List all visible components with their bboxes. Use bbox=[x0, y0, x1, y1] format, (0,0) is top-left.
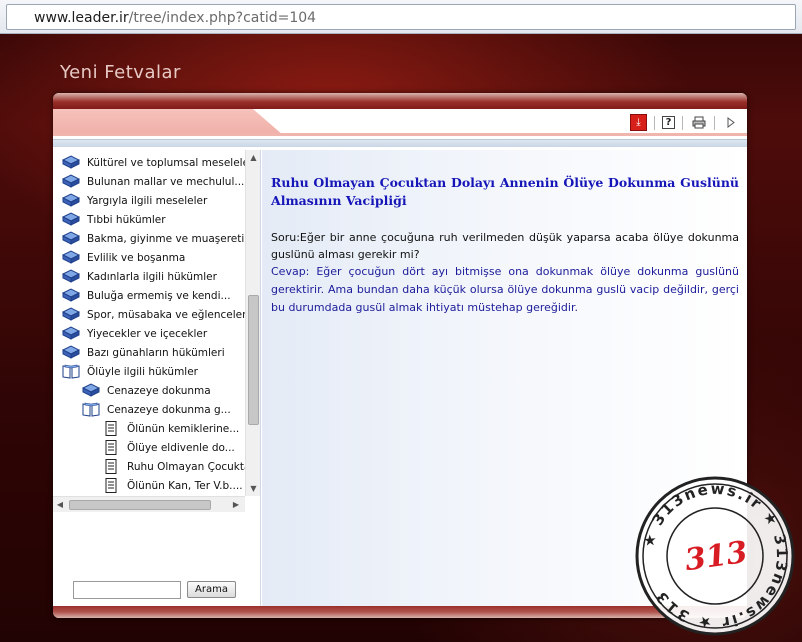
tree-item[interactable]: Ölünün Kan, Ter V.b.... bbox=[102, 476, 243, 495]
tree-item-label: Ölüyle ilgili hükümler bbox=[87, 365, 198, 378]
toolbar-tab-decoration bbox=[53, 109, 283, 135]
tree-item-label: Yiyecekler ve içecekler bbox=[87, 327, 208, 340]
tree-item-label: Ölünün Kan, Ter V.b.... bbox=[127, 479, 243, 492]
tree-item[interactable]: Cenazeye dokunma g... bbox=[82, 400, 231, 419]
closed-book-icon bbox=[61, 231, 81, 246]
site-title: Yeni Fetvalar bbox=[60, 62, 181, 83]
closed-book-icon bbox=[61, 212, 81, 227]
tree-item[interactable]: Cenazeye dokunma bbox=[81, 381, 211, 400]
toolbar-separator bbox=[654, 115, 655, 130]
tree-item[interactable]: Ölüye eldivenle do... bbox=[102, 438, 235, 457]
tree-item-label: Spor, müsabaka ve eğlenceler bbox=[87, 308, 245, 321]
document-icon bbox=[102, 421, 120, 436]
closed-book-icon bbox=[61, 174, 81, 189]
tree-item[interactable]: Evlilik ve boşanma bbox=[61, 248, 186, 267]
closed-book-icon bbox=[61, 193, 81, 208]
download-icon[interactable]: ⤓ bbox=[630, 114, 647, 131]
tree-item-label: Kadınlarla ilgili hükümler bbox=[87, 270, 217, 283]
tree-item-label: Cenazeye dokunma g... bbox=[107, 403, 231, 416]
scroll-left-arrow-icon[interactable]: ◀ bbox=[53, 497, 67, 513]
toolbar-icons: ⤓ ? bbox=[630, 114, 739, 131]
document-icon bbox=[102, 478, 120, 493]
watermark-seal: ★ 313news.ir ★ 313news.ir ★ 313 313 bbox=[635, 476, 795, 636]
help-icon[interactable]: ? bbox=[662, 116, 675, 129]
tree-item[interactable]: Yiyecekler ve içecekler bbox=[61, 324, 208, 343]
tree-item-label: Ölüye eldivenle do... bbox=[127, 441, 235, 454]
category-tree: Kültürel ve toplumsal meseleler Bulunan m… bbox=[53, 150, 245, 496]
tree-item-label: Kültürel ve toplumsal meseleler bbox=[87, 156, 245, 169]
toolbar-divider bbox=[53, 133, 747, 136]
open-book-icon bbox=[82, 402, 100, 417]
tree-item-label: Evlilik ve boşanma bbox=[87, 251, 186, 264]
tree-item[interactable]: Buluğa ermemiş ve kendi... bbox=[61, 286, 231, 305]
article-title: Ruhu Olmayan Çocuktan Dolayı Annenin Ölü… bbox=[271, 175, 739, 208]
tree-item[interactable]: Ruhu Olmayan Çocuktan bbox=[102, 457, 245, 476]
closed-book-icon bbox=[61, 250, 81, 265]
toolbar: ⤓ ? bbox=[53, 109, 747, 136]
vertical-scroll-thumb[interactable] bbox=[248, 295, 259, 425]
closed-book-icon bbox=[61, 345, 81, 360]
document-icon bbox=[102, 459, 120, 474]
tree-item-label: Bazı günahların hükümleri bbox=[87, 346, 225, 359]
tree-item[interactable]: Kültürel ve toplumsal meseleler bbox=[61, 153, 245, 172]
closed-book-icon bbox=[61, 326, 81, 341]
toolbar-separator bbox=[714, 115, 715, 130]
search-button[interactable]: Arama bbox=[187, 581, 236, 598]
tree-item[interactable]: Ölüyle ilgili hükümler bbox=[62, 362, 198, 381]
tree-item-label: Bulunan mallar ve mechulul... bbox=[87, 175, 245, 188]
toolbar-sub-bar bbox=[53, 139, 747, 147]
search-input[interactable] bbox=[73, 581, 181, 599]
tree-item-label: Cenazeye dokunma bbox=[107, 384, 211, 397]
url-path: /tree/index.php?catid=104 bbox=[128, 10, 317, 26]
tree-item[interactable]: Kadınlarla ilgili hükümler bbox=[61, 267, 217, 286]
tree-item-label: Tıbbi hükümler bbox=[87, 213, 166, 226]
open-book-icon bbox=[62, 364, 80, 379]
tree-horizontal-scrollbar[interactable]: ◀ ▶ bbox=[53, 496, 245, 512]
closed-book-icon bbox=[61, 155, 81, 170]
tree-item[interactable]: Bakma, giyinme ve muaşeretin... bbox=[61, 229, 245, 248]
tree-item[interactable]: Tıbbi hükümler bbox=[61, 210, 166, 229]
tree-item-label: Buluğa ermemiş ve kendi... bbox=[87, 289, 231, 302]
scroll-up-arrow-icon[interactable]: ▲ bbox=[246, 150, 261, 165]
tree-item[interactable]: Spor, müsabaka ve eğlenceler bbox=[61, 305, 245, 324]
tree-vertical-scrollbar[interactable]: ▲ ▼ bbox=[245, 150, 260, 496]
closed-book-icon bbox=[61, 269, 81, 284]
url-host: www.leader.ir bbox=[34, 10, 129, 26]
tree-item[interactable]: Ölünün kemiklerine... bbox=[102, 419, 239, 438]
scroll-down-arrow-icon[interactable]: ▼ bbox=[246, 481, 261, 496]
scroll-right-arrow-icon[interactable]: ▶ bbox=[229, 497, 243, 513]
tree-panel: Kültürel ve toplumsal meseleler Bulunan m… bbox=[53, 150, 261, 606]
next-arrow-icon[interactable] bbox=[722, 114, 739, 131]
closed-book-icon bbox=[81, 383, 101, 398]
tree-item-label: Bakma, giyinme ve muaşeretin... bbox=[87, 232, 245, 245]
url-text: www.leader.ir/tree/index.php?catid=104 bbox=[34, 10, 316, 26]
article-answer: Cevap: Eğer çocuğun dört ayı bitmişse on… bbox=[271, 265, 739, 314]
closed-book-icon bbox=[61, 288, 81, 303]
tree-item[interactable]: Yargıyla ilgili meseleler bbox=[61, 191, 208, 210]
tree-item-label: Ruhu Olmayan Çocuktan bbox=[127, 460, 245, 473]
window-top-border bbox=[53, 93, 747, 109]
tree-item[interactable]: Bulunan mallar ve mechulul... bbox=[61, 172, 245, 191]
closed-book-icon bbox=[61, 307, 81, 322]
horizontal-scroll-thumb[interactable] bbox=[69, 500, 211, 510]
url-input[interactable]: www.leader.ir/tree/index.php?catid=104 bbox=[6, 4, 796, 30]
document-icon bbox=[102, 440, 120, 455]
browser-address-bar: www.leader.ir/tree/index.php?catid=104 bbox=[0, 0, 802, 34]
print-icon[interactable] bbox=[690, 114, 707, 131]
tree-item[interactable]: Bazı günahların hükümleri bbox=[61, 343, 225, 362]
toolbar-separator bbox=[682, 115, 683, 130]
article-question: Soru:Eğer bir anne çocuğuna ruh verilmed… bbox=[271, 231, 739, 261]
tree-item-label: Yargıyla ilgili meseleler bbox=[87, 194, 208, 207]
tree-item-label: Ölünün kemiklerine... bbox=[127, 422, 240, 435]
